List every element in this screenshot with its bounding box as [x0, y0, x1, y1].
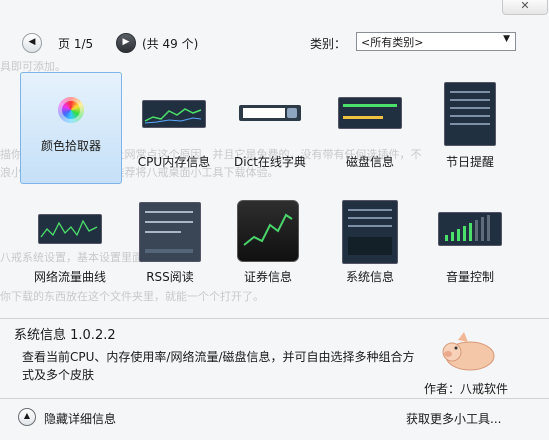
cpu-meter-icon [142, 100, 206, 128]
page-indicator: 页 1/5 [58, 37, 94, 51]
calendar-list-icon [444, 82, 496, 146]
details-description: 查看当前CPU、内存使用率/网络流量/磁盘信息，并可自由选择多种组合方式及多个皮… [22, 350, 415, 382]
details-divider [0, 318, 549, 319]
gadget-volume-control[interactable]: 音量控制 [420, 194, 520, 304]
gadget-count: (共 49 个) [142, 37, 199, 51]
gadget-label: 颜色拾取器 [40, 139, 101, 153]
next-page-button[interactable]: ▶ [116, 33, 136, 53]
gadget-label: 网络流量曲线 [33, 270, 106, 284]
gadget-dict[interactable]: Dict在线字典 [220, 72, 320, 182]
chevron-left-icon: ◀ [28, 37, 36, 47]
hide-details-link[interactable]: 隐藏详细信息 [44, 410, 116, 427]
details-title: 系统信息 1.0.2.2 [14, 328, 116, 343]
gadget-rss-reader[interactable]: RSS阅读 [120, 194, 220, 304]
gadget-label: RSS阅读 [146, 270, 194, 284]
author-label: 作者：八戒软件 [424, 382, 509, 396]
chevron-right-icon: ▶ [122, 37, 130, 47]
gadget-label: Dict在线字典 [234, 155, 306, 169]
chevron-up-icon: ▲ [23, 411, 31, 420]
category-label: 类别： [310, 37, 347, 51]
close-icon: ✕ [520, 0, 530, 12]
gadget-network-graph[interactable]: 网络流量曲线 [20, 194, 120, 304]
gadget-label: 音量控制 [445, 270, 494, 284]
get-more-gadgets-link[interactable]: 获取更多小工具... [406, 410, 501, 427]
network-graph-icon [38, 214, 102, 244]
gadget-label: CPU内存信息 [137, 155, 211, 169]
category-value: <所有类别> [361, 36, 424, 49]
gadget-label: 磁盘信息 [345, 155, 394, 169]
volume-bars-icon [438, 212, 502, 246]
color-wheel-icon [58, 97, 84, 123]
gadget-system-info[interactable]: 系统信息 [320, 194, 420, 304]
gadget-stock-info[interactable]: 证券信息 [218, 194, 318, 304]
previous-page-button[interactable]: ◀ [22, 33, 42, 53]
gadget-holiday-reminder[interactable]: 节日提醒 [420, 72, 520, 182]
gadget-color-picker[interactable]: 颜色拾取器 [20, 72, 122, 184]
rss-reader-icon [139, 202, 201, 262]
collapse-details-button[interactable]: ▲ [18, 408, 36, 426]
disk-meter-icon [338, 97, 402, 129]
pig-logo-icon [438, 330, 498, 374]
gadget-label: 证券信息 [243, 270, 292, 284]
gadget-label: 系统信息 [345, 270, 394, 284]
gadget-cpu-memory[interactable]: CPU内存信息 [124, 72, 224, 182]
gadget-disk-info[interactable]: 磁盘信息 [320, 72, 420, 182]
search-box-icon [239, 105, 301, 121]
category-select[interactable]: <所有类别> ▼ [356, 32, 516, 51]
close-button[interactable]: ✕ [502, 0, 548, 15]
gadget-label: 节日提醒 [445, 155, 494, 169]
chevron-down-icon: ▼ [503, 34, 510, 44]
system-info-icon [342, 200, 398, 264]
footer-divider [0, 398, 549, 399]
stock-chart-icon [237, 200, 299, 262]
